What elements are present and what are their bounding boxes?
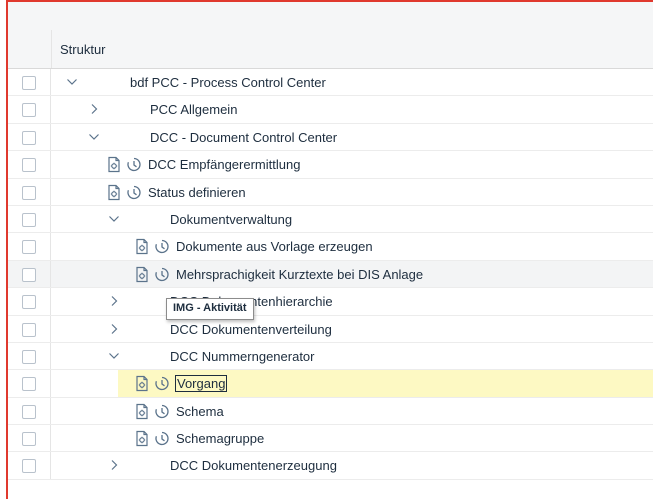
row-selector-cell (8, 151, 51, 178)
tree-row[interactable]: DCC Nummerngenerator (8, 342, 653, 371)
row-checkbox[interactable] (22, 377, 36, 392)
clock-icon[interactable] (126, 156, 142, 173)
chevron-right-icon[interactable] (86, 99, 102, 119)
tree-node-label[interactable]: Dokumente aus Vorlage erzeugen (176, 239, 373, 254)
documentation-icon[interactable] (134, 430, 150, 447)
tree-row[interactable]: Dokumente aus Vorlage erzeugen (8, 233, 653, 261)
tree-node-label[interactable]: Status definieren (148, 185, 246, 200)
tree-row[interactable]: Mehrsprachigkeit Kurztexte bei DIS Anlag… (8, 260, 653, 289)
row-selector-cell (8, 69, 51, 96)
tree-row[interactable]: DCC Dokumentenverteilung (8, 315, 653, 343)
tree-node-label[interactable]: DCC Nummerngenerator (170, 349, 315, 364)
toolbar-strip (8, 2, 653, 30)
row-checkbox[interactable] (22, 130, 36, 145)
row-selector-cell (8, 96, 51, 123)
activity-icons (106, 156, 142, 173)
row-selector-cell (8, 342, 51, 370)
tree-row[interactable]: Status definieren (8, 178, 653, 206)
clock-icon[interactable] (154, 430, 170, 447)
documentation-icon[interactable] (134, 238, 150, 255)
row-checkbox[interactable] (22, 322, 36, 337)
row-checkbox[interactable] (22, 404, 36, 419)
row-selector-cell (8, 425, 51, 452)
activity-icons (134, 375, 170, 392)
documentation-icon[interactable] (106, 184, 122, 201)
activity-icons (134, 403, 170, 420)
row-checkbox[interactable] (22, 76, 36, 90)
activity-icons (134, 266, 170, 283)
select-all-column[interactable] (8, 30, 52, 68)
tree-node-label[interactable]: DCC Dokumentenerzeugung (170, 458, 337, 473)
row-checkbox[interactable] (22, 103, 36, 118)
row-checkbox[interactable] (22, 240, 36, 255)
row-selector-cell (8, 397, 51, 425)
tree-row[interactable]: DCC - Document Control Center (8, 123, 653, 152)
row-checkbox[interactable] (22, 295, 36, 310)
tree-node-label[interactable]: Dokumentverwaltung (170, 212, 292, 227)
tree-row[interactable]: Dokumentverwaltung (8, 205, 653, 234)
tree-row[interactable]: DCC Dokumentenerzeugung (8, 452, 653, 480)
tree-node-label[interactable]: DCC - Document Control Center (150, 130, 337, 145)
table-header: Struktur (8, 30, 653, 69)
tree-row[interactable]: Vorgang (8, 370, 653, 398)
documentation-icon[interactable] (134, 403, 150, 420)
activity-icons (106, 184, 142, 201)
chevron-down-icon[interactable] (106, 209, 122, 229)
documentation-icon[interactable] (134, 375, 150, 392)
row-checkbox[interactable] (22, 267, 36, 282)
row-selector-cell (8, 288, 51, 315)
clock-icon[interactable] (154, 238, 170, 255)
tree-node-label[interactable]: DCC Dokumentenverteilung (170, 322, 332, 337)
tree-node-label[interactable]: Schemagruppe (176, 431, 264, 446)
tree-node-label[interactable]: PCC Allgemein (150, 102, 237, 117)
activity-icons (134, 430, 170, 447)
clock-icon[interactable] (154, 266, 170, 283)
row-selector-cell (8, 370, 51, 397)
tooltip: IMG - Aktivität (166, 298, 254, 320)
row-checkbox[interactable] (22, 185, 36, 200)
row-selector-cell (8, 260, 51, 288)
documentation-icon[interactable] (106, 156, 122, 173)
clock-icon[interactable] (126, 184, 142, 201)
column-header-struktur[interactable]: Struktur (60, 42, 106, 57)
tree-node-label[interactable]: bdf PCC - Process Control Center (130, 75, 326, 90)
tree-node-label[interactable]: Mehrsprachigkeit Kurztexte bei DIS Anlag… (176, 267, 423, 282)
row-checkbox[interactable] (22, 349, 36, 364)
row-selector-cell (8, 233, 51, 260)
tree-node-label[interactable]: Schema (176, 404, 224, 419)
row-selector-cell (8, 205, 51, 233)
clock-icon[interactable] (154, 375, 170, 392)
row-selector-cell (8, 452, 51, 479)
clock-icon[interactable] (154, 403, 170, 420)
tree-row[interactable]: DCC Empfängerermittlung (8, 151, 653, 179)
tree-table-frame: Struktur bdf PCC - Process Control Cente… (6, 0, 653, 499)
tree-node-label[interactable]: Vorgang (174, 375, 228, 393)
row-checkbox[interactable] (22, 459, 36, 474)
tree-node-label[interactable]: DCC Empfängerermittlung (148, 157, 300, 172)
tree-row[interactable]: Schema (8, 397, 653, 426)
tree-row[interactable]: Schemagruppe (8, 425, 653, 453)
chevron-right-icon[interactable] (106, 455, 122, 475)
activity-icons (134, 238, 170, 255)
row-selector-cell (8, 315, 51, 342)
row-checkbox[interactable] (22, 432, 36, 447)
row-selector-cell (8, 123, 51, 151)
chevron-down-icon[interactable] (106, 346, 122, 366)
chevron-down-icon[interactable] (86, 127, 102, 147)
tree-row[interactable]: DCC Dokumentenhierarchie (8, 288, 653, 316)
row-checkbox[interactable] (22, 158, 36, 173)
documentation-icon[interactable] (134, 266, 150, 283)
tree-row[interactable]: PCC Allgemein (8, 96, 653, 124)
row-checkbox[interactable] (22, 212, 36, 227)
chevron-down-icon[interactable] (64, 72, 80, 92)
chevron-right-icon[interactable] (106, 319, 122, 339)
chevron-right-icon[interactable] (106, 291, 122, 311)
tree-row[interactable]: bdf PCC - Process Control Center (8, 69, 653, 97)
row-selector-cell (8, 178, 51, 205)
tree-rows: bdf PCC - Process Control Center PCC Allg… (8, 69, 653, 480)
